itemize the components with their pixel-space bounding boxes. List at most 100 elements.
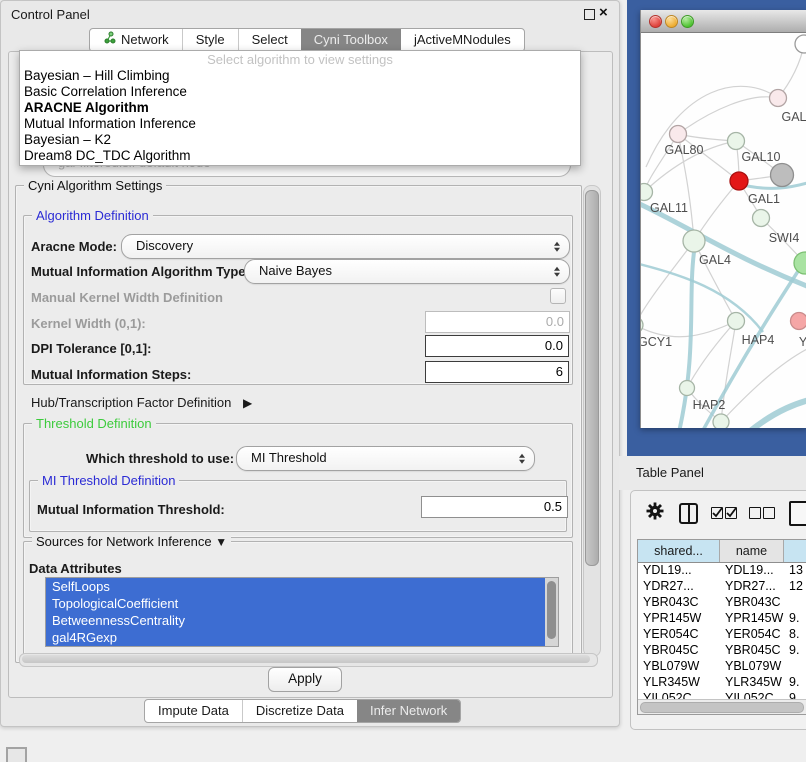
tab-infer-network[interactable]: Infer Network <box>357 700 460 722</box>
network-node-gal[interactable] <box>770 90 787 107</box>
list-scrollbar-thumb[interactable] <box>547 581 556 639</box>
attribute-item-selfloops[interactable]: SelfLoops <box>46 578 558 595</box>
table-panel-box: shared...nameA YDL19...YDL19...13YDR27..… <box>630 490 806 730</box>
tab-network[interactable]: Network <box>90 29 182 51</box>
collapsed-arrow-icon[interactable]: ▶ <box>243 396 252 410</box>
table-row[interactable]: YPR145WYPR145W9. <box>638 610 806 626</box>
float-window-icon[interactable] <box>584 9 595 20</box>
data-attributes-list[interactable]: SelfLoopsTopologicalCoefficientBetweenne… <box>45 577 559 647</box>
close-traffic-light-icon[interactable] <box>649 15 662 28</box>
dpi-tolerance-label: DPI Tolerance [0,1]: <box>31 341 151 356</box>
settings-vertical-scrollbar-thumb[interactable] <box>585 190 599 566</box>
network-node-y[interactable] <box>791 313 806 330</box>
settings-vertical-scrollbar[interactable] <box>583 185 601 657</box>
column-header-shared[interactable]: shared... <box>638 540 720 562</box>
algorithm-option-aracne-algorithm[interactable]: ARACNE Algorithm <box>20 100 580 116</box>
table-row[interactable]: YBL079WYBL079W <box>638 658 806 674</box>
table-horizontal-scrollbar[interactable] <box>638 699 806 714</box>
dpi-tolerance-field[interactable]: 0.0 <box>425 335 569 357</box>
algorithm-option-mutual-information-inference[interactable]: Mutual Information Inference <box>20 116 580 132</box>
which-threshold-combobox[interactable]: MI Threshold <box>236 446 535 471</box>
tab-jactivemnodules[interactable]: jActiveMNodules <box>401 29 524 51</box>
tab-label: Style <box>196 29 225 51</box>
unchecked-checkbox-icon[interactable] <box>763 507 775 519</box>
table-cell: YLR345W <box>638 674 720 690</box>
split-view-icon[interactable] <box>679 503 698 524</box>
network-window-titlebar[interactable] <box>641 10 806 33</box>
mi-threshold-field[interactable]: 0.5 <box>421 496 568 518</box>
minimize-traffic-light-icon[interactable] <box>665 15 678 28</box>
network-node[interactable] <box>795 35 806 53</box>
network-node-gal10[interactable] <box>728 133 745 150</box>
collapsed-panel-button[interactable] <box>6 747 27 762</box>
network-node[interactable] <box>713 414 729 428</box>
attribute-item-topologicalcoefficient[interactable]: TopologicalCoefficient <box>46 595 558 612</box>
attribute-item-betweennesscentrality[interactable]: BetweennessCentrality <box>46 612 558 629</box>
network-node-hap2[interactable] <box>680 381 695 396</box>
tab-cyni-toolbox[interactable]: Cyni Toolbox <box>301 29 401 51</box>
control-panel-titlebar[interactable]: Control Panel × <box>1 1 619 27</box>
manual-kernel-width-label: Manual Kernel Width Definition <box>31 290 223 305</box>
settings-horizontal-scrollbar[interactable] <box>19 653 598 667</box>
expanded-arrow-icon[interactable]: ▼ <box>215 535 227 549</box>
table-cell: 9. <box>784 610 806 626</box>
network-node[interactable] <box>771 164 794 187</box>
checked-checkbox-icon[interactable] <box>725 507 737 519</box>
apply-button[interactable]: Apply <box>268 667 342 692</box>
aracne-mode-value: Discovery <box>136 238 193 253</box>
settings-gear-icon[interactable] <box>645 501 665 524</box>
table-row[interactable]: YBR043CYBR043C <box>638 594 806 610</box>
manual-kernel-width-checkbox[interactable] <box>550 288 566 304</box>
tab-style[interactable]: Style <box>182 29 238 51</box>
table-row[interactable]: YDL19...YDL19...13 <box>638 562 806 578</box>
network-node-gal4[interactable] <box>683 230 705 252</box>
network-node[interactable] <box>794 252 806 274</box>
network-node-swi4[interactable] <box>753 210 770 227</box>
table-row[interactable]: YDR27...YDR27...12 <box>638 578 806 594</box>
column-header-a[interactable]: A <box>784 540 806 562</box>
close-window-icon[interactable]: × <box>599 4 608 22</box>
tab-discretize-data[interactable]: Discretize Data <box>242 700 357 722</box>
table-row[interactable]: YIL052CYIL052C9 <box>638 690 806 699</box>
network-node-gal80[interactable] <box>670 126 687 143</box>
network-node-gal11[interactable] <box>641 184 653 201</box>
column-header-name[interactable]: name <box>720 540 784 562</box>
tab-label: Infer Network <box>370 700 447 722</box>
kernel-width-field[interactable]: 0.0 <box>425 311 570 333</box>
table-row[interactable]: YLR345WYLR345W9. <box>638 674 806 690</box>
network-view-window[interactable]: GALGAL80GAL10GAL1GAL11SWI4GAL4GCY1HAP4YH… <box>640 10 806 428</box>
tab-impute-data[interactable]: Impute Data <box>145 700 242 722</box>
algorithm-option-basic-correlation-inference[interactable]: Basic Correlation Inference <box>20 84 580 100</box>
table-cell: YDL19... <box>720 562 784 578</box>
unchecked-checkbox-icon[interactable] <box>749 507 761 519</box>
control-panel-title: Control Panel <box>11 7 90 22</box>
mi-steps-field[interactable]: 6 <box>425 361 569 383</box>
tab-select[interactable]: Select <box>238 29 301 51</box>
table-cell <box>784 594 806 610</box>
network-node-hap4[interactable] <box>728 313 745 330</box>
settings-horizontal-scrollbar-thumb[interactable] <box>22 655 590 663</box>
page-icon[interactable] <box>789 501 806 526</box>
table-row[interactable]: YER054CYER054C8. <box>638 626 806 642</box>
hub-definition-toggle[interactable]: Hub/Transcription Factor Definition ▶ <box>31 395 252 410</box>
network-node-gal1[interactable] <box>730 172 748 190</box>
attribute-item-gal4rgexp[interactable]: gal4RGexp <box>46 629 558 646</box>
table-horizontal-scrollbar-thumb[interactable] <box>640 702 804 713</box>
table-panel-title: Table Panel <box>636 465 704 480</box>
algorithm-option-bayesian-hill-climbing[interactable]: Bayesian – Hill Climbing <box>20 68 580 84</box>
mi-threshold-definition-title: MI Threshold Definition <box>38 473 179 488</box>
algorithm-option-dream8-dc-tdc-algorithm[interactable]: Dream8 DC_TDC Algorithm <box>20 148 580 164</box>
network-node-gcy1[interactable] <box>641 317 643 333</box>
algorithm-option-bayesian-k2[interactable]: Bayesian – K2 <box>20 132 580 148</box>
zoom-traffic-light-icon[interactable] <box>681 15 694 28</box>
spinner-arrows-icon <box>519 453 525 464</box>
list-scrollbar-track[interactable] <box>545 578 558 646</box>
cyni-bottom-tabstrip: Impute DataDiscretize Data Infer Network <box>144 699 461 723</box>
table-row[interactable]: YBR045CYBR045C9. <box>638 642 806 658</box>
aracne-mode-combobox[interactable]: Discovery <box>121 234 570 259</box>
network-canvas[interactable]: GALGAL80GAL10GAL1GAL11SWI4GAL4GCY1HAP4YH… <box>641 32 806 428</box>
mi-algorithm-type-combobox[interactable]: Naive Bayes <box>244 259 570 284</box>
table-cell <box>784 658 806 674</box>
checked-checkbox-icon[interactable] <box>711 507 723 519</box>
table-cell: YER054C <box>638 626 720 642</box>
